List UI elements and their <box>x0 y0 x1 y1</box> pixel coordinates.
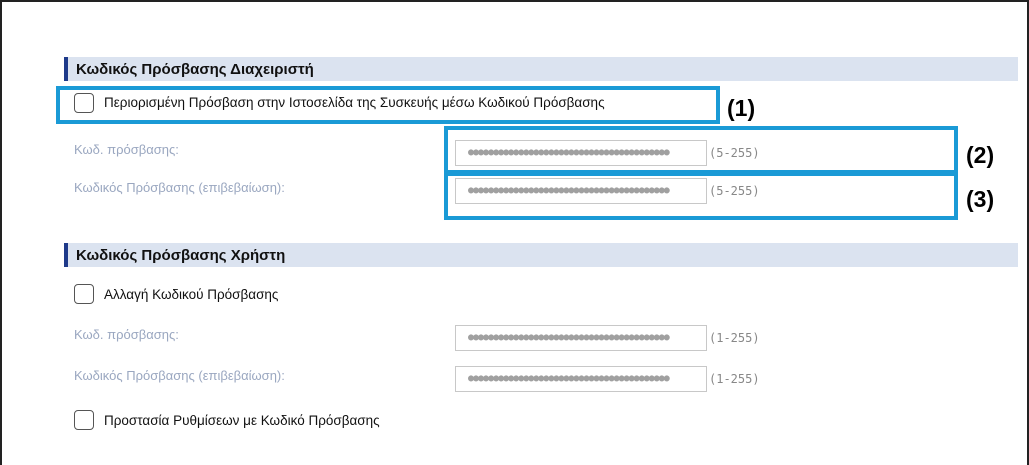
admin-password-label: Κωδ. πρόσβασης: <box>74 142 179 157</box>
callout-label-1: (1) <box>727 95 756 121</box>
user-password-confirm-input[interactable]: ●●●●●●●●●●●●●●●●●●●●●●●●●●●●●●●●●●●●●●●● <box>455 366 707 392</box>
section-title: Κωδικός Πρόσβασης Χρήστη <box>76 247 286 264</box>
section-accent-bar <box>64 57 68 81</box>
callout-label-3: (3) <box>966 186 995 212</box>
user-password-confirm-range: (1-255) <box>709 372 760 386</box>
protect-settings-label: Προστασία Ρυθμίσεων με Κωδικό Πρόσβασης <box>104 413 380 428</box>
section-accent-bar <box>64 243 68 267</box>
user-password-input[interactable]: ●●●●●●●●●●●●●●●●●●●●●●●●●●●●●●●●●●●●●●●● <box>455 325 707 351</box>
callout-label-2: (2) <box>966 142 995 168</box>
change-password-label: Αλλαγή Κωδικού Πρόσβασης <box>104 287 279 302</box>
user-password-label: Κωδ. πρόσβασης: <box>74 327 179 342</box>
protect-settings-checkbox[interactable] <box>74 410 94 430</box>
section-title: Κωδικός Πρόσβασης Διαχειριστή <box>76 61 314 78</box>
admin-password-section-header: Κωδικός Πρόσβασης Διαχειριστή <box>64 57 1018 81</box>
callout-highlight-3 <box>444 172 958 220</box>
user-password-range: (1-255) <box>709 331 760 345</box>
callout-highlight-1 <box>56 86 720 124</box>
callout-highlight-2 <box>444 126 958 174</box>
admin-password-confirm-label: Κωδικός Πρόσβασης (επιβεβαίωση): <box>74 180 285 195</box>
user-password-section-header: Κωδικός Πρόσβασης Χρήστη <box>64 243 1018 267</box>
user-password-confirm-label: Κωδικός Πρόσβασης (επιβεβαίωση): <box>74 368 285 383</box>
change-password-checkbox[interactable] <box>74 284 94 304</box>
